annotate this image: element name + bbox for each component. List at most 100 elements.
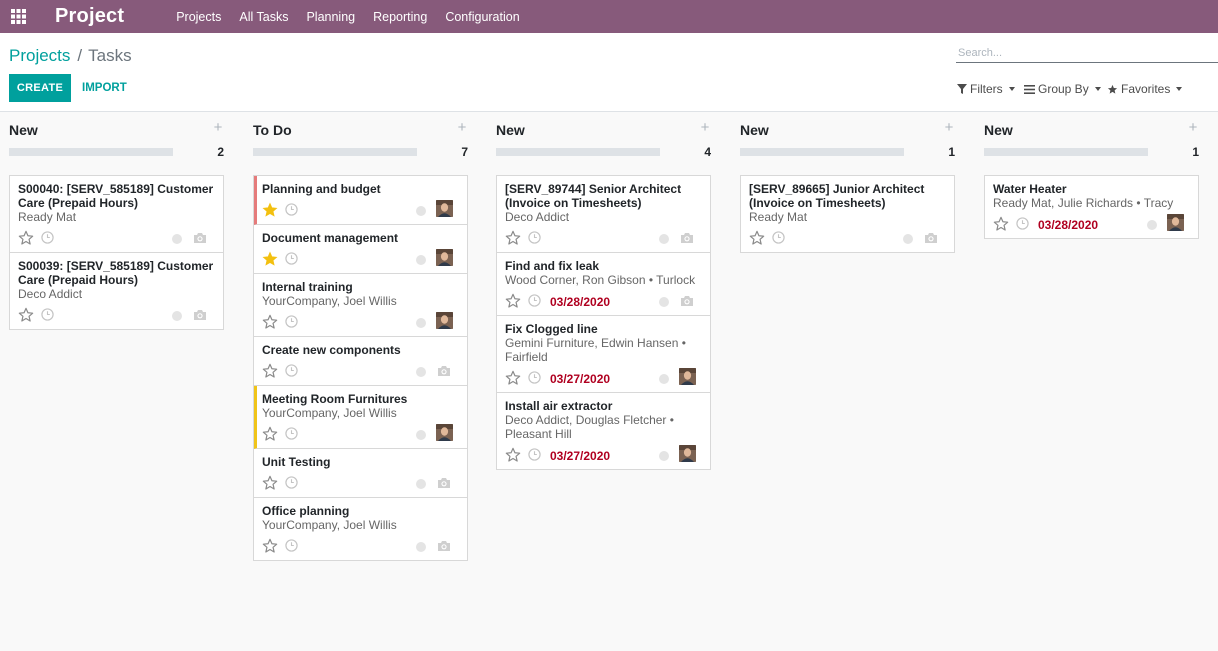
task-card[interactable]: Install air extractor Deco Addict, Dougla…	[497, 393, 710, 469]
star-outline-icon[interactable]	[262, 475, 278, 491]
unassigned-camera-icon[interactable]	[680, 295, 694, 307]
column-progress-bar[interactable]	[496, 148, 660, 156]
kanban-state-dot[interactable]	[659, 451, 669, 461]
kanban-state-dot[interactable]	[416, 430, 426, 440]
star-outline-icon[interactable]	[18, 307, 34, 323]
column-progress-bar[interactable]	[740, 148, 904, 156]
menu-projects[interactable]: Projects	[176, 10, 221, 24]
filters-dropdown[interactable]: Filters	[957, 81, 1015, 97]
menu-reporting[interactable]: Reporting	[373, 10, 427, 24]
activity-clock-icon[interactable]	[41, 308, 54, 321]
task-card[interactable]: Planning and budget	[254, 176, 467, 225]
star-outline-icon[interactable]	[505, 293, 521, 309]
assignee-avatar[interactable]	[436, 312, 453, 329]
search-input[interactable]	[956, 44, 1218, 63]
activity-clock-icon[interactable]	[285, 476, 298, 489]
task-card[interactable]: Meeting Room Furnitures YourCompany, Joel…	[254, 386, 467, 449]
kanban-state-dot[interactable]	[416, 542, 426, 552]
kanban-state-dot[interactable]	[416, 206, 426, 216]
column-add-icon[interactable]: +	[699, 120, 711, 135]
column-progress-bar[interactable]	[984, 148, 1148, 156]
menu-all-tasks[interactable]: All Tasks	[239, 10, 288, 24]
unassigned-camera-icon[interactable]	[680, 232, 694, 244]
unassigned-camera-icon[interactable]	[437, 365, 451, 377]
unassigned-camera-icon[interactable]	[437, 540, 451, 552]
task-card[interactable]: S00039: [SERV_585189] Customer Care (Pre…	[10, 253, 223, 329]
unassigned-camera-icon[interactable]	[193, 232, 207, 244]
column-add-icon[interactable]: +	[212, 120, 224, 135]
star-outline-icon[interactable]	[18, 230, 34, 246]
kanban-state-dot[interactable]	[416, 255, 426, 265]
kanban-state-dot[interactable]	[172, 311, 182, 321]
activity-clock-icon[interactable]	[285, 539, 298, 552]
task-card[interactable]: Office planning YourCompany, Joel Willis	[254, 498, 467, 560]
task-card[interactable]: Unit Testing	[254, 449, 467, 498]
column-add-icon[interactable]: +	[943, 120, 955, 135]
activity-clock-icon[interactable]	[528, 371, 541, 384]
kanban-state-dot[interactable]	[416, 479, 426, 489]
star-outline-icon[interactable]	[262, 314, 278, 330]
app-title[interactable]: Project	[55, 5, 124, 28]
assignee-avatar[interactable]	[679, 368, 696, 385]
activity-clock-icon[interactable]	[772, 231, 785, 244]
kanban-state-dot[interactable]	[416, 367, 426, 377]
task-card[interactable]: S00040: [SERV_585189] Customer Care (Pre…	[10, 176, 223, 253]
unassigned-camera-icon[interactable]	[924, 232, 938, 244]
column-progress-bar[interactable]	[253, 148, 417, 156]
task-card[interactable]: Fix Clogged line Gemini Furniture, Edwin …	[497, 316, 710, 393]
kanban-state-dot[interactable]	[659, 234, 669, 244]
import-button[interactable]: IMPORT	[82, 74, 127, 102]
task-card[interactable]: Water Heater Ready Mat, Julie Richards • …	[985, 176, 1198, 238]
activity-clock-icon[interactable]	[285, 364, 298, 377]
star-outline-icon[interactable]	[505, 447, 521, 463]
activity-clock-icon[interactable]	[528, 294, 541, 307]
kanban-state-dot[interactable]	[659, 374, 669, 384]
star-outline-icon[interactable]	[505, 370, 521, 386]
assignee-avatar[interactable]	[1167, 214, 1184, 231]
task-card[interactable]: [SERV_89744] Senior Architect (Invoice o…	[497, 176, 710, 253]
activity-clock-icon[interactable]	[285, 252, 298, 265]
column-title[interactable]: New	[496, 122, 525, 138]
task-card[interactable]: Create new components	[254, 337, 467, 386]
column-title[interactable]: To Do	[253, 122, 292, 138]
activity-clock-icon[interactable]	[285, 427, 298, 440]
kanban-state-dot[interactable]	[172, 234, 182, 244]
activity-clock-icon[interactable]	[41, 231, 54, 244]
activity-clock-icon[interactable]	[285, 315, 298, 328]
column-title[interactable]: New	[9, 122, 38, 138]
kanban-state-dot[interactable]	[1147, 220, 1157, 230]
activity-clock-icon[interactable]	[285, 203, 298, 216]
unassigned-camera-icon[interactable]	[437, 477, 451, 489]
column-progress-bar[interactable]	[9, 148, 173, 156]
group-by-dropdown[interactable]: Group By	[1024, 81, 1101, 97]
star-filled-icon[interactable]	[262, 202, 278, 218]
star-filled-icon[interactable]	[262, 251, 278, 267]
star-outline-icon[interactable]	[262, 426, 278, 442]
apps-menu-icon[interactable]	[1, 0, 35, 33]
menu-planning[interactable]: Planning	[306, 10, 355, 24]
task-card[interactable]: Find and fix leak Wood Corner, Ron Gibson…	[497, 253, 710, 316]
star-outline-icon[interactable]	[262, 538, 278, 554]
unassigned-camera-icon[interactable]	[193, 309, 207, 321]
task-card[interactable]: Internal training YourCompany, Joel Willi…	[254, 274, 467, 337]
assignee-avatar[interactable]	[436, 249, 453, 266]
assignee-avatar[interactable]	[679, 445, 696, 462]
kanban-state-dot[interactable]	[659, 297, 669, 307]
activity-clock-icon[interactable]	[528, 448, 541, 461]
task-card[interactable]: Document management	[254, 225, 467, 274]
assignee-avatar[interactable]	[436, 200, 453, 217]
star-outline-icon[interactable]	[505, 230, 521, 246]
create-button[interactable]: CREATE	[9, 74, 71, 102]
task-card[interactable]: [SERV_89665] Junior Architect (Invoice o…	[741, 176, 954, 252]
star-outline-icon[interactable]	[262, 363, 278, 379]
activity-clock-icon[interactable]	[1016, 217, 1029, 230]
column-add-icon[interactable]: +	[456, 120, 468, 135]
kanban-state-dot[interactable]	[416, 318, 426, 328]
breadcrumb-projects-link[interactable]: Projects	[9, 46, 70, 66]
activity-clock-icon[interactable]	[528, 231, 541, 244]
column-add-icon[interactable]: +	[1187, 120, 1199, 135]
column-title[interactable]: New	[740, 122, 769, 138]
kanban-state-dot[interactable]	[903, 234, 913, 244]
favorites-dropdown[interactable]: Favorites	[1107, 81, 1183, 97]
column-title[interactable]: New	[984, 122, 1013, 138]
